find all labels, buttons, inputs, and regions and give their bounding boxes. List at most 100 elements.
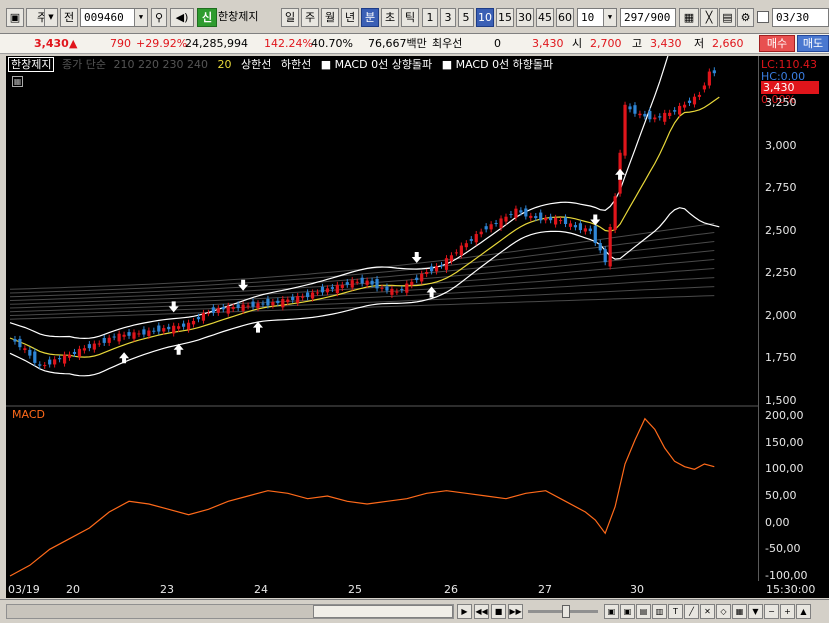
stock-code-input[interactable]: 009460 ▼ (80, 8, 148, 27)
period-week-button[interactable]: 주 (301, 8, 319, 27)
date-label: 27 (538, 583, 552, 596)
gear-icon[interactable]: ⚙ (737, 8, 754, 27)
low-label: 저 (694, 37, 705, 50)
interval-15-button[interactable]: 15 (496, 8, 514, 27)
interval-3-button[interactable]: 3 (440, 8, 456, 27)
candle-body (692, 96, 697, 105)
candle-body (196, 316, 201, 320)
scroll-up-icon[interactable]: ▲ (796, 604, 811, 619)
chevron-down-icon[interactable]: ▼ (44, 9, 57, 26)
period-month-button[interactable]: 월 (321, 8, 339, 27)
grid-icon[interactable]: ▦ (679, 8, 699, 27)
period-minute-button[interactable]: 분 (361, 8, 379, 27)
speaker-icon[interactable]: ◀) (170, 8, 194, 27)
candle-body (296, 296, 300, 303)
price-tick-label: 2,000 (765, 308, 797, 322)
period-day-button[interactable]: 일 (281, 8, 299, 27)
line-tool-icon[interactable]: ╱ (684, 604, 699, 619)
date-input[interactable]: 03/30 (772, 8, 829, 27)
jump-end-icon[interactable]: ▶▶ (508, 604, 523, 619)
candle-body (335, 284, 339, 294)
candle-body (613, 196, 617, 231)
bar-chart-icon[interactable]: ▥ (652, 604, 667, 619)
candle-body (97, 343, 101, 345)
jump-start-icon[interactable]: ◀◀ (474, 604, 489, 619)
trend-tool-icon[interactable]: ✕ (700, 604, 715, 619)
candle-body (697, 94, 702, 97)
buy-button[interactable]: 매수 (759, 35, 795, 52)
interval-select[interactable]: 10 ▼ (577, 8, 617, 27)
turnover-rate: 40.70% (311, 37, 353, 50)
interval-60-button[interactable]: 60 (556, 8, 574, 27)
count-input[interactable]: 297/900 (620, 8, 676, 27)
draw-tool-icon[interactable]: ╳ (700, 8, 718, 27)
chart-area[interactable]: 한창제지 종가 단순 210 220 230 240 20 상한선 하한선 ■ … (6, 56, 758, 581)
zoom-out-icon[interactable]: − (764, 604, 779, 619)
period-second-button[interactable]: 초 (381, 8, 399, 27)
candle-body (648, 110, 652, 120)
window-icon[interactable]: ▣ (604, 604, 619, 619)
candle-body (484, 226, 488, 230)
candle-body (668, 112, 672, 116)
date-checkbox[interactable] (757, 11, 769, 23)
candle-body (340, 284, 344, 288)
interval-1-button[interactable]: 1 (422, 8, 438, 27)
sell-button[interactable]: 매도 (797, 35, 829, 52)
candle-body (226, 305, 230, 314)
chevron-down-icon[interactable]: ▼ (134, 9, 147, 26)
candle-body (534, 216, 538, 219)
date-axis: 03/19 20 23 24 25 26 27 30 15:30:00 (6, 581, 829, 598)
price-tick-label: 1,500 (765, 394, 797, 407)
candle-body (430, 266, 434, 272)
eraser-icon[interactable]: ◇ (716, 604, 731, 619)
up-arrow-icon (119, 352, 130, 364)
interval-5-button[interactable]: 5 (458, 8, 474, 27)
zoom-slider-handle[interactable] (562, 605, 570, 618)
candle-body (439, 265, 444, 267)
period-year-button[interactable]: 년 (341, 8, 359, 27)
scroll-right-icon[interactable]: ▶ (457, 604, 472, 619)
candle-body (325, 288, 330, 293)
candle-body (673, 110, 677, 112)
price-tick-label: 2,250 (765, 266, 797, 280)
candle-body (623, 104, 627, 156)
stop-icon[interactable]: ■ (491, 604, 506, 619)
chart-window-icon[interactable]: ▣ (6, 8, 24, 27)
candle-body (82, 348, 86, 351)
period-tick-button[interactable]: 틱 (401, 8, 419, 27)
date-label: 24 (254, 583, 268, 596)
candle-body (702, 85, 706, 90)
scroll-thumb[interactable] (313, 605, 453, 618)
market-select[interactable]: 주 ▼ (26, 8, 58, 27)
candle-body (385, 286, 389, 291)
dropdown-icon[interactable]: ▼ (748, 604, 763, 619)
candle-body (186, 322, 191, 330)
candle-body (653, 117, 657, 120)
candle-body (261, 303, 265, 305)
save-icon[interactable]: ▤ (719, 8, 736, 27)
zoom-slider[interactable] (528, 605, 598, 618)
window-icon[interactable]: ▣ (620, 604, 635, 619)
up-arrow-icon: ▲ (69, 37, 78, 50)
candle-body (682, 104, 687, 108)
horizontal-scrollbar[interactable] (6, 604, 454, 619)
candle-body (370, 280, 374, 285)
prefix-button[interactable]: 전 (60, 8, 78, 27)
layout-icon[interactable]: ▤ (636, 604, 651, 619)
candle-body (454, 252, 458, 254)
interval-10-button[interactable]: 10 (476, 8, 494, 27)
print-icon[interactable]: ▦ (732, 604, 747, 619)
candle-body (276, 300, 280, 304)
chevron-down-icon[interactable]: ▼ (603, 9, 616, 26)
interval-45-button[interactable]: 45 (536, 8, 554, 27)
date-label: 23 (160, 583, 174, 596)
text-tool-icon[interactable]: T (668, 604, 683, 619)
zoom-in-icon[interactable]: + (780, 604, 795, 619)
search-icon[interactable]: ⚲ (151, 8, 167, 27)
price-change: 790 (110, 37, 131, 50)
interval-30-button[interactable]: 30 (516, 8, 534, 27)
price-tick-label: 1,750 (765, 351, 797, 365)
candle-body (345, 282, 349, 285)
candle-body (603, 249, 607, 263)
candle-body (593, 225, 597, 243)
